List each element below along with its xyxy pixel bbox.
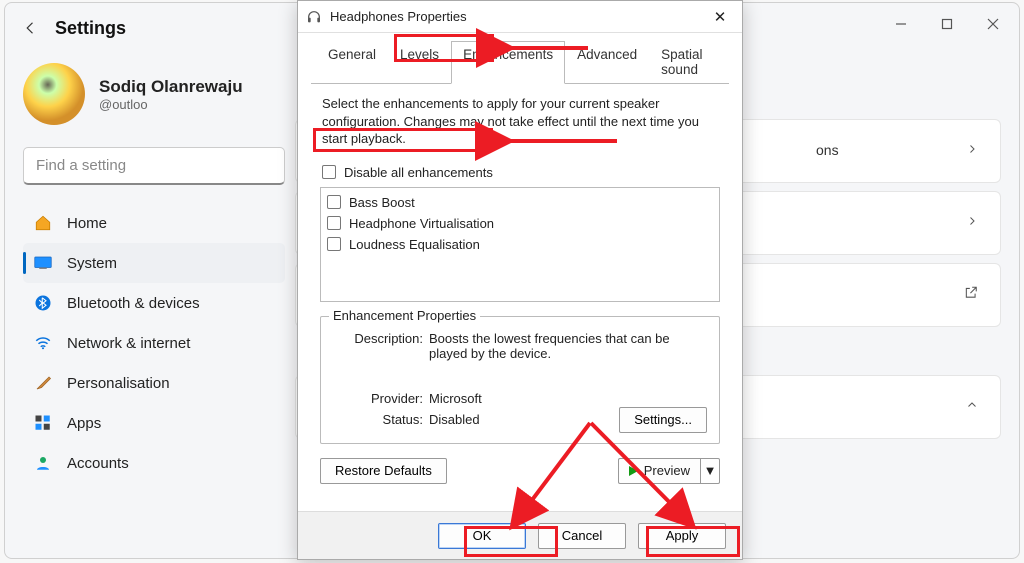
disable-all-enhancements-row[interactable]: Disable all enhancements: [320, 162, 720, 183]
provider-value: Microsoft: [429, 391, 707, 406]
enhancement-item[interactable]: Bass Boost: [325, 192, 715, 213]
minimize-button[interactable]: [878, 6, 924, 42]
chevron-right-icon: [966, 142, 978, 160]
checkbox-icon[interactable]: [327, 216, 341, 230]
properties-title: Enhancement Properties: [329, 308, 480, 323]
arrow-left-icon: [22, 19, 40, 37]
sidebar-item-home[interactable]: Home: [23, 203, 285, 243]
description-label: Description:: [333, 331, 429, 361]
sidebar-item-label: Apps: [67, 415, 101, 432]
profile-name: Sodiq Olanrewaju: [99, 77, 243, 97]
sidebar-item-accounts[interactable]: Accounts: [23, 443, 285, 483]
person-icon: [33, 453, 53, 473]
enhancement-item[interactable]: Headphone Virtualisation: [325, 213, 715, 234]
back-button[interactable]: [11, 8, 51, 48]
restore-defaults-button[interactable]: Restore Defaults: [320, 458, 447, 484]
disable-all-label: Disable all enhancements: [344, 165, 493, 180]
sidebar-item-label: Network & internet: [67, 335, 190, 352]
status-label: Status:: [333, 412, 429, 427]
sidebar-item-label: System: [67, 255, 117, 272]
window-controls: [878, 6, 1016, 42]
search-input[interactable]: [23, 147, 285, 185]
profile-email: @outloo: [99, 97, 243, 112]
tab-general[interactable]: General: [316, 41, 388, 84]
dialog-titlebar: Headphones Properties ✕: [298, 1, 742, 33]
maximize-button[interactable]: [924, 6, 970, 42]
enhancement-item[interactable]: Loudness Equalisation: [325, 234, 715, 255]
chevron-up-icon: [966, 398, 978, 416]
provider-label: Provider:: [333, 391, 429, 406]
maximize-icon: [941, 18, 953, 30]
sidebar-item-label: Bluetooth & devices: [67, 295, 200, 312]
system-icon: [33, 253, 53, 273]
close-button[interactable]: [970, 6, 1016, 42]
checkbox-icon[interactable]: [322, 165, 336, 179]
minimize-icon: [895, 18, 907, 30]
home-icon: [33, 213, 53, 233]
paintbrush-icon: [33, 373, 53, 393]
headphones-icon: [306, 9, 322, 25]
checkbox-icon[interactable]: [327, 237, 341, 251]
description-value: Boosts the lowest frequencies that can b…: [429, 331, 707, 361]
enhancement-label: Loudness Equalisation: [349, 237, 480, 252]
sidebar-item-personalisation[interactable]: Personalisation: [23, 363, 285, 403]
sidebar-item-bluetooth[interactable]: Bluetooth & devices: [23, 283, 285, 323]
bluetooth-icon: [33, 293, 53, 313]
card-label-fragment: ons: [816, 142, 839, 158]
search-container: [23, 147, 285, 185]
profile-block[interactable]: Sodiq Olanrewaju @outloo: [23, 63, 285, 125]
chevron-right-icon: [966, 214, 978, 232]
sidebar-item-label: Home: [67, 215, 107, 232]
enhancement-label: Headphone Virtualisation: [349, 216, 494, 231]
external-link-icon: [964, 286, 978, 305]
settings-sidebar: Sodiq Olanrewaju @outloo Home System Blu…: [5, 57, 295, 558]
sidebar-item-system[interactable]: System: [23, 243, 285, 283]
arrow-to-enhancements-tab: [498, 38, 598, 63]
close-icon: [987, 18, 999, 30]
enhancement-label: Bass Boost: [349, 195, 415, 210]
sidebar-item-apps[interactable]: Apps: [23, 403, 285, 443]
sidebar-item-label: Personalisation: [67, 375, 170, 392]
checkbox-icon[interactable]: [327, 195, 341, 209]
tab-spatial-sound[interactable]: Spatial sound: [649, 41, 732, 84]
settings-title: Settings: [55, 18, 126, 39]
arrow-to-disable-all: [497, 131, 627, 156]
arrow-to-apply-button: [586, 418, 706, 541]
tab-levels[interactable]: Levels: [388, 41, 451, 84]
wifi-icon: [33, 333, 53, 353]
apps-icon: [33, 413, 53, 433]
sidebar-item-label: Accounts: [67, 455, 129, 472]
avatar: [23, 63, 85, 125]
enhancements-list[interactable]: Bass Boost Headphone Virtualisation Loud…: [320, 187, 720, 302]
dialog-close-button[interactable]: ✕: [706, 8, 734, 26]
sidebar-item-network[interactable]: Network & internet: [23, 323, 285, 363]
dialog-title: Headphones Properties: [330, 9, 467, 24]
